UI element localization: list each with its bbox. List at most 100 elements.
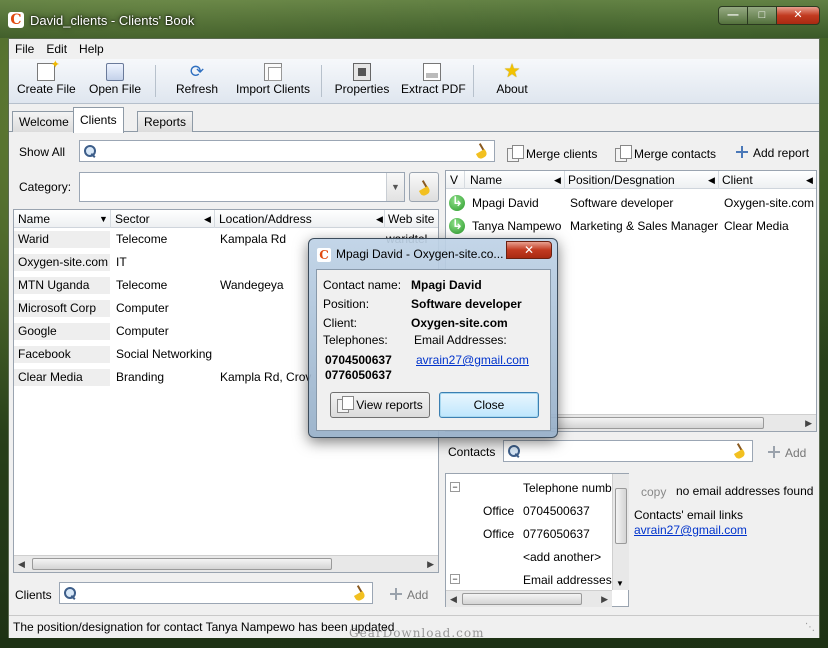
client-sector-cell[interactable]: IT: [116, 255, 127, 269]
contact-position-cell[interactable]: Software developer: [570, 196, 673, 210]
collapse-icon[interactable]: −: [450, 574, 460, 584]
category-select[interactable]: ▼: [79, 172, 405, 202]
tab-reports[interactable]: Reports: [137, 111, 194, 132]
tab-welcome[interactable]: Welcome: [12, 111, 76, 132]
column-name[interactable]: Name: [18, 212, 50, 226]
contact-details-tree: − Telephone numb Office 0704500637 Offic…: [445, 473, 629, 607]
scroll-left-icon[interactable]: ◀: [18, 559, 25, 570]
show-all-link[interactable]: Show All: [19, 145, 65, 159]
add-contact-button[interactable]: Add: [767, 445, 806, 460]
contact-client-cell[interactable]: Oxygen-site.com: [724, 196, 816, 210]
extract-pdf-button[interactable]: Extract PDF: [401, 61, 466, 101]
client-sector-cell[interactable]: Telecome: [116, 232, 167, 246]
minimize-button[interactable]: —: [718, 6, 748, 25]
clients-horizontal-scrollbar[interactable]: ◀ ▶: [14, 555, 438, 572]
client-name-cell[interactable]: MTN Uganda: [14, 277, 110, 294]
clear-search-icon[interactable]: [732, 443, 748, 459]
contact-name-value: Mpagi David: [411, 278, 482, 292]
client-name-cell[interactable]: Oxygen-site.com: [14, 254, 110, 271]
scroll-thumb[interactable]: [32, 558, 332, 570]
resize-grip-icon[interactable]: ⋱: [805, 622, 815, 633]
scroll-left-icon[interactable]: ◀: [450, 594, 457, 605]
contacts-filter-input[interactable]: [503, 440, 753, 462]
column-separator[interactable]: [214, 210, 215, 228]
client-name-cell[interactable]: Google: [14, 323, 110, 340]
add-another-phone[interactable]: <add another>: [523, 550, 601, 564]
column-separator[interactable]: [384, 210, 385, 228]
contact-link-icon[interactable]: [449, 194, 465, 211]
client-name-cell[interactable]: Warid: [14, 231, 110, 248]
chevron-down-icon[interactable]: ▼: [386, 173, 404, 201]
sort-icon: ◀: [806, 175, 813, 185]
menu-help[interactable]: Help: [73, 39, 110, 56]
clients-filter-input[interactable]: [59, 582, 373, 604]
clear-search-icon[interactable]: [352, 585, 368, 601]
phone-number[interactable]: 0776050637: [523, 527, 590, 541]
client-name-cell[interactable]: Microsoft Corp: [14, 300, 110, 317]
client-location-cell[interactable]: Kampala Rd: [220, 232, 286, 246]
phone-number[interactable]: 0704500637: [523, 504, 590, 518]
view-reports-button[interactable]: View reports: [330, 392, 430, 418]
merge-contacts-button[interactable]: Merge contacts: [615, 145, 716, 162]
menu-edit[interactable]: Edit: [40, 39, 73, 56]
client-sector-cell[interactable]: Computer: [116, 324, 169, 338]
column-location[interactable]: Location/Address: [219, 212, 312, 226]
client-location-cell[interactable]: Wandegeya: [220, 278, 284, 292]
column-separator[interactable]: [564, 171, 565, 189]
scroll-down-icon[interactable]: ▼: [616, 579, 624, 588]
properties-button[interactable]: Properties: [333, 61, 391, 101]
client-sector-cell[interactable]: Social Networking: [116, 347, 212, 361]
import-clients-button[interactable]: Import Clients: [233, 61, 313, 101]
about-button[interactable]: ★ About: [491, 61, 533, 101]
clear-category-button[interactable]: [409, 172, 439, 202]
client-name-cell[interactable]: Clear Media: [14, 369, 110, 386]
add-client-button[interactable]: Add: [389, 587, 428, 602]
maximize-button[interactable]: □: [747, 6, 777, 25]
column-contact-name[interactable]: Name: [470, 173, 502, 187]
collapse-icon[interactable]: −: [450, 482, 460, 492]
column-separator[interactable]: [464, 171, 465, 189]
email-link[interactable]: avrain27@gmail.com: [634, 523, 747, 537]
clear-search-icon[interactable]: [474, 143, 490, 159]
close-window-button[interactable]: ✕: [776, 6, 820, 25]
add-report-button[interactable]: Add report: [735, 145, 809, 160]
dialog-close-action-button[interactable]: Close: [439, 392, 539, 418]
scroll-thumb[interactable]: [615, 488, 627, 544]
contact-link-icon[interactable]: [449, 217, 465, 234]
contact-client-cell[interactable]: Clear Media: [724, 219, 816, 233]
client-sector-cell[interactable]: Computer: [116, 301, 169, 315]
scroll-right-icon[interactable]: ▶: [427, 559, 434, 570]
column-v[interactable]: V: [450, 173, 458, 187]
scroll-right-icon[interactable]: ▶: [805, 418, 812, 429]
contact-position-cell[interactable]: Marketing & Sales Manager: [570, 219, 718, 233]
scroll-right-icon[interactable]: ▶: [601, 594, 608, 605]
title-bar[interactable]: C David_clients - Clients' Book — □ ✕: [0, 0, 828, 38]
column-client[interactable]: Client: [722, 173, 753, 187]
merge-clients-button[interactable]: Merge clients: [507, 145, 597, 162]
column-website[interactable]: Web site: [388, 212, 434, 226]
menu-file[interactable]: File: [9, 39, 40, 56]
contact-name-cell[interactable]: Mpagi David: [472, 196, 539, 210]
open-file-button[interactable]: Open File: [87, 61, 143, 101]
contact-name-cell[interactable]: Tanya Nampewo: [472, 219, 561, 233]
scroll-thumb[interactable]: [462, 593, 582, 605]
tab-clients[interactable]: Clients: [73, 107, 124, 133]
email-links-label: Contacts' email links: [634, 508, 743, 522]
column-separator[interactable]: [718, 171, 719, 189]
dialog-close-button[interactable]: ✕: [506, 241, 552, 259]
copy-button[interactable]: copy: [641, 485, 666, 499]
create-file-button[interactable]: Create File: [17, 58, 76, 101]
client-name-cell[interactable]: Facebook: [14, 346, 110, 363]
column-position[interactable]: Position/Desgnation: [568, 173, 675, 187]
refresh-button[interactable]: ⟳ Refresh: [173, 61, 221, 101]
client-location-cell[interactable]: Kampla Rd, Crov: [220, 370, 311, 384]
merge-icon: [615, 145, 632, 162]
column-separator[interactable]: [110, 210, 111, 228]
column-sector[interactable]: Sector: [115, 212, 150, 226]
tree-vertical-scrollbar[interactable]: ▼: [612, 474, 629, 590]
dialog-email-link[interactable]: avrain27@gmail.com: [416, 353, 529, 367]
client-search-input[interactable]: [79, 140, 495, 162]
tree-horizontal-scrollbar[interactable]: ◀ ▶: [446, 590, 612, 607]
client-sector-cell[interactable]: Telecome: [116, 278, 167, 292]
client-sector-cell[interactable]: Branding: [116, 370, 164, 384]
